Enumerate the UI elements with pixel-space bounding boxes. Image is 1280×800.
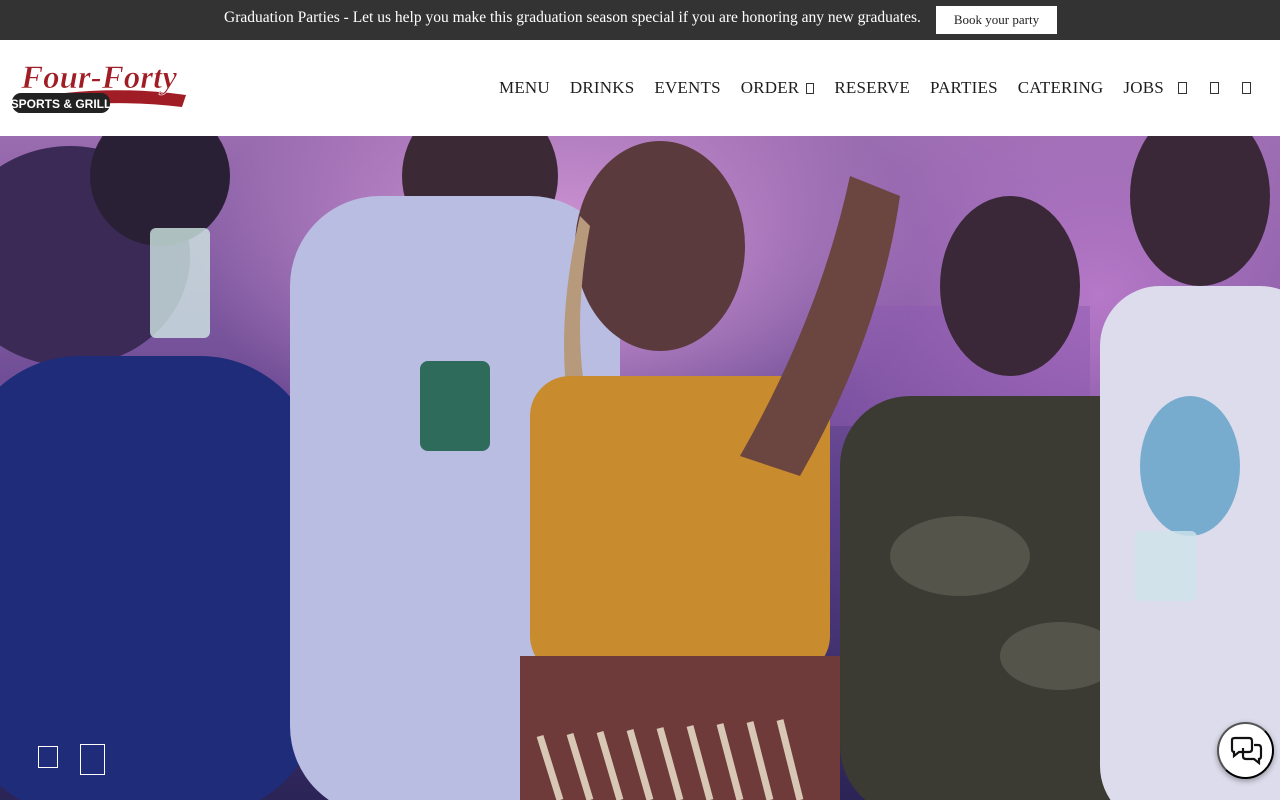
chat-button[interactable]: [1217, 722, 1274, 779]
pause-icon[interactable]: [38, 746, 58, 768]
site-header: SPORTS & GRILL Four-Forty MENU DRINKS EV…: [0, 40, 1280, 136]
nav-item-label: PARTIES: [929, 78, 998, 97]
social-links: [1178, 82, 1274, 94]
nav-item-menu[interactable]: MENU: [499, 78, 550, 98]
nav-item-parties[interactable]: PARTIES: [930, 78, 998, 98]
nav-item-catering[interactable]: CATERING: [1018, 78, 1104, 98]
announcement-text: Graduation Parties - Let us help you mak…: [224, 9, 921, 26]
nav-item-label: ORDER: [740, 78, 800, 97]
logo-title: Four-Forty: [20, 60, 177, 96]
chevron-down-icon: [806, 82, 815, 94]
logo-graphic: SPORTS & GRILL Four-Forty: [11, 60, 186, 113]
nav-item-jobs[interactable]: JOBS: [1123, 78, 1164, 98]
nav-item-label: EVENTS: [654, 78, 721, 97]
site-logo[interactable]: SPORTS & GRILL Four-Forty: [10, 57, 188, 119]
volume-icon[interactable]: [80, 744, 105, 775]
announcement-bar: Graduation Parties - Let us help you mak…: [0, 0, 1280, 40]
facebook-icon[interactable]: [1178, 82, 1187, 94]
twitter-icon[interactable]: [1242, 82, 1251, 94]
hero-video: [0, 136, 1280, 800]
hero-scene: [0, 136, 1280, 800]
nav-item-reserve[interactable]: RESERVE: [834, 78, 910, 98]
nav-item-order[interactable]: ORDER: [741, 78, 815, 98]
instagram-icon[interactable]: [1210, 82, 1219, 94]
main-nav: MENU DRINKS EVENTS ORDER RESERVE PARTIES…: [499, 78, 1184, 98]
nav-item-label: DRINKS: [569, 78, 635, 97]
book-party-button[interactable]: Book your party: [936, 6, 1057, 34]
chat-bubbles-icon: [1230, 736, 1262, 765]
nav-item-events[interactable]: EVENTS: [654, 78, 720, 98]
nav-item-label: RESERVE: [834, 78, 910, 97]
nav-item-drinks[interactable]: DRINKS: [570, 78, 635, 98]
nav-item-label: CATERING: [1017, 78, 1104, 97]
nav-item-label: MENU: [499, 78, 550, 97]
logo-subtitle: SPORTS & GRILL: [11, 97, 112, 111]
nav-item-label: JOBS: [1123, 78, 1164, 97]
